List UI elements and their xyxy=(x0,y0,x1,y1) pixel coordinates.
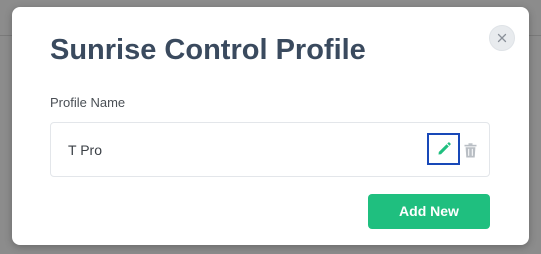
profile-list-item: T Pro xyxy=(50,122,490,177)
profile-dialog: Sunrise Control Profile Profile Name T P… xyxy=(12,7,529,245)
edit-profile-button[interactable] xyxy=(427,133,460,165)
close-icon xyxy=(497,33,507,43)
add-new-button[interactable]: Add New xyxy=(368,194,490,229)
delete-profile-button[interactable] xyxy=(461,140,479,160)
profile-name-label: Profile Name xyxy=(50,95,126,110)
trash-icon xyxy=(464,142,476,157)
dialog-title: Sunrise Control Profile xyxy=(50,34,366,66)
profile-name-text: T Pro xyxy=(68,142,102,158)
close-button[interactable] xyxy=(489,25,515,51)
pencil-icon xyxy=(438,142,451,155)
